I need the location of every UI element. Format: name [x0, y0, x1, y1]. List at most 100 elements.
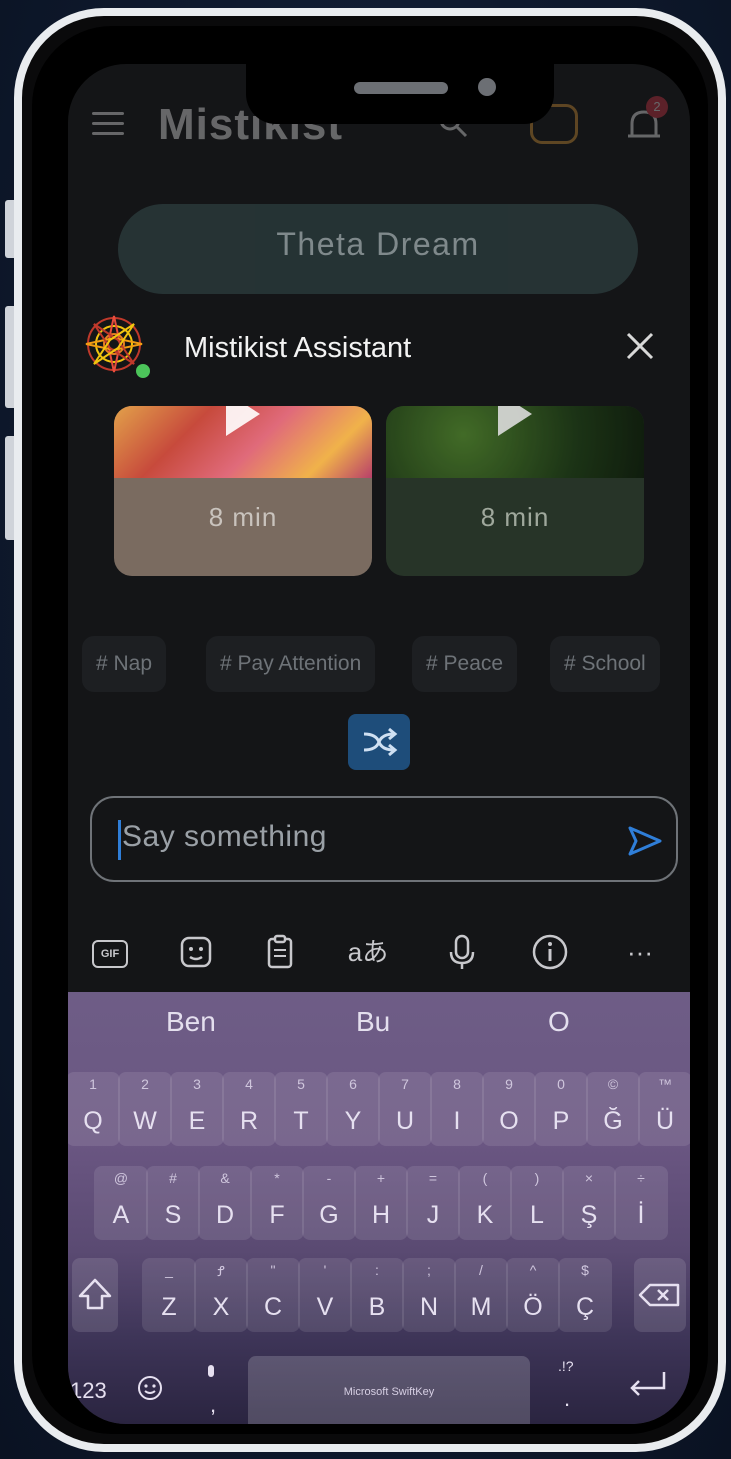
enter-icon[interactable] — [626, 1368, 670, 1398]
suggestion-item[interactable]: Bu — [356, 1006, 390, 1038]
space-bar-label: Microsoft SwiftKey — [343, 1386, 435, 1398]
shuffle-button[interactable] — [348, 714, 410, 770]
key-secondary-label: 2 — [141, 1076, 149, 1092]
key-d[interactable]: & D — [198, 1166, 252, 1240]
message-input[interactable]: Say something — [90, 796, 678, 882]
key-e[interactable]: 3E — [170, 1072, 224, 1146]
key-w[interactable]: 2W — [118, 1072, 172, 1146]
info-icon[interactable] — [530, 932, 570, 972]
key-h[interactable]: + H — [354, 1166, 408, 1240]
more-icon[interactable]: ··· — [620, 932, 660, 972]
text-cursor — [118, 820, 121, 860]
meditation-card[interactable]: 8 min — [114, 406, 372, 576]
online-status-dot — [134, 362, 152, 380]
key-secondary-label: 5 — [297, 1076, 305, 1092]
key-label: M — [470, 1293, 492, 1321]
period-key[interactable]: . — [564, 1386, 570, 1412]
key-z[interactable]: _ Z — [142, 1258, 196, 1332]
play-icon — [498, 406, 532, 436]
key-a[interactable]: @ A — [94, 1166, 148, 1240]
theta-dream-banner[interactable]: Theta Dream — [118, 204, 638, 294]
key-f[interactable]: * F — [250, 1166, 304, 1240]
key-u[interactable]: 7U — [378, 1072, 432, 1146]
backspace-key[interactable] — [634, 1258, 686, 1332]
key-label: B — [368, 1293, 386, 1321]
microphone-icon[interactable] — [442, 932, 482, 972]
key-i̇[interactable]: ÷ İ — [614, 1166, 668, 1240]
key-label: F — [269, 1201, 285, 1229]
key-label: S — [164, 1201, 182, 1229]
key-ö[interactable]: ^ Ö — [506, 1258, 560, 1332]
shuffle-icon — [363, 727, 398, 757]
card-duration: 8 min — [208, 502, 278, 532]
clipboard-icon[interactable] — [260, 932, 300, 972]
key-label: U — [395, 1107, 415, 1135]
play-icon — [226, 406, 260, 436]
send-icon[interactable] — [626, 824, 664, 858]
key-secondary-label: ; — [427, 1262, 431, 1278]
tag-pay-attention[interactable]: # Pay Attention — [206, 636, 376, 692]
tag-school[interactable]: # School — [550, 636, 660, 692]
key-label: R — [239, 1107, 259, 1135]
key-secondary-label: - — [326, 1170, 332, 1186]
mic-hint-icon — [208, 1365, 214, 1377]
key-label: I — [453, 1107, 461, 1135]
key-n[interactable]: ; N — [402, 1258, 456, 1332]
key-g[interactable]: -G — [302, 1166, 356, 1240]
tag-peace[interactable]: # Peace — [412, 636, 518, 692]
key-r[interactable]: 4R — [222, 1072, 276, 1146]
suggestion-item[interactable]: O — [548, 1006, 570, 1038]
key-secondary-label: " — [270, 1262, 276, 1278]
key-ğ[interactable]: © Ğ — [586, 1072, 640, 1146]
key-y[interactable]: 6Y — [326, 1072, 380, 1146]
message-placeholder: Say something — [122, 820, 327, 853]
key-m[interactable]: / M — [454, 1258, 508, 1332]
key-o[interactable]: 9O — [482, 1072, 536, 1146]
key-label: D — [215, 1201, 235, 1229]
key-j[interactable]: = J — [406, 1166, 460, 1240]
space-bar[interactable]: Microsoft SwiftKey — [248, 1356, 530, 1424]
key-ç[interactable]: $ Ç — [558, 1258, 612, 1332]
key-ü[interactable]: ™ Ü — [638, 1072, 690, 1146]
key-label: K — [476, 1201, 494, 1229]
key-x[interactable]: ꝬX — [194, 1258, 248, 1332]
banner-label: Theta Dream — [276, 226, 480, 262]
key-secondary-label: Ꝭ — [217, 1263, 225, 1279]
key-label: X — [212, 1293, 230, 1321]
key-secondary-label: 3 — [193, 1076, 201, 1092]
assistant-header: Mistikist Assistant — [68, 296, 690, 396]
key-p[interactable]: 0P — [534, 1072, 588, 1146]
key-secondary-label: # — [169, 1170, 177, 1186]
suggestion-item[interactable]: Ben — [166, 1006, 216, 1038]
key-k[interactable]: (K — [458, 1166, 512, 1240]
key-secondary-label: ) — [534, 1170, 540, 1186]
close-icon[interactable] — [624, 330, 656, 362]
key-s[interactable]: # S — [146, 1166, 200, 1240]
key-label: Q — [83, 1107, 103, 1135]
tag-nap[interactable]: # Nap — [82, 636, 167, 692]
key-label: Y — [344, 1107, 362, 1135]
key-ş[interactable]: × Ş — [562, 1166, 616, 1240]
key-t[interactable]: 5T — [274, 1072, 328, 1146]
key-label: P — [552, 1107, 570, 1135]
key-i[interactable]: 8I — [430, 1072, 484, 1146]
shift-key[interactable] — [72, 1258, 118, 1332]
emoji-icon[interactable] — [136, 1374, 164, 1402]
key-label: C — [263, 1293, 283, 1321]
key-c[interactable]: " C — [246, 1258, 300, 1332]
key-v[interactable]: ' V — [298, 1258, 352, 1332]
meditation-card[interactable]: 8 min — [386, 406, 644, 576]
hamburger-menu-icon[interactable] — [92, 112, 124, 135]
numbers-key[interactable]: 123 — [70, 1378, 107, 1404]
comma-key[interactable]: , — [210, 1392, 216, 1418]
key-secondary-label: + — [376, 1170, 386, 1186]
key-l[interactable]: ) L — [510, 1166, 564, 1240]
gif-icon[interactable]: GIF — [92, 940, 128, 968]
bell-icon[interactable]: 2 — [624, 96, 668, 146]
key-secondary-label: 6 — [349, 1076, 357, 1092]
phone-frame: Mistikist 2 Theta Dream Mistikist Assist… — [14, 8, 726, 1452]
sticker-icon[interactable] — [176, 932, 216, 972]
key-q[interactable]: 1Q — [68, 1072, 120, 1146]
translate-icon[interactable]: aあ — [338, 932, 398, 972]
key-b[interactable]: :B — [350, 1258, 404, 1332]
